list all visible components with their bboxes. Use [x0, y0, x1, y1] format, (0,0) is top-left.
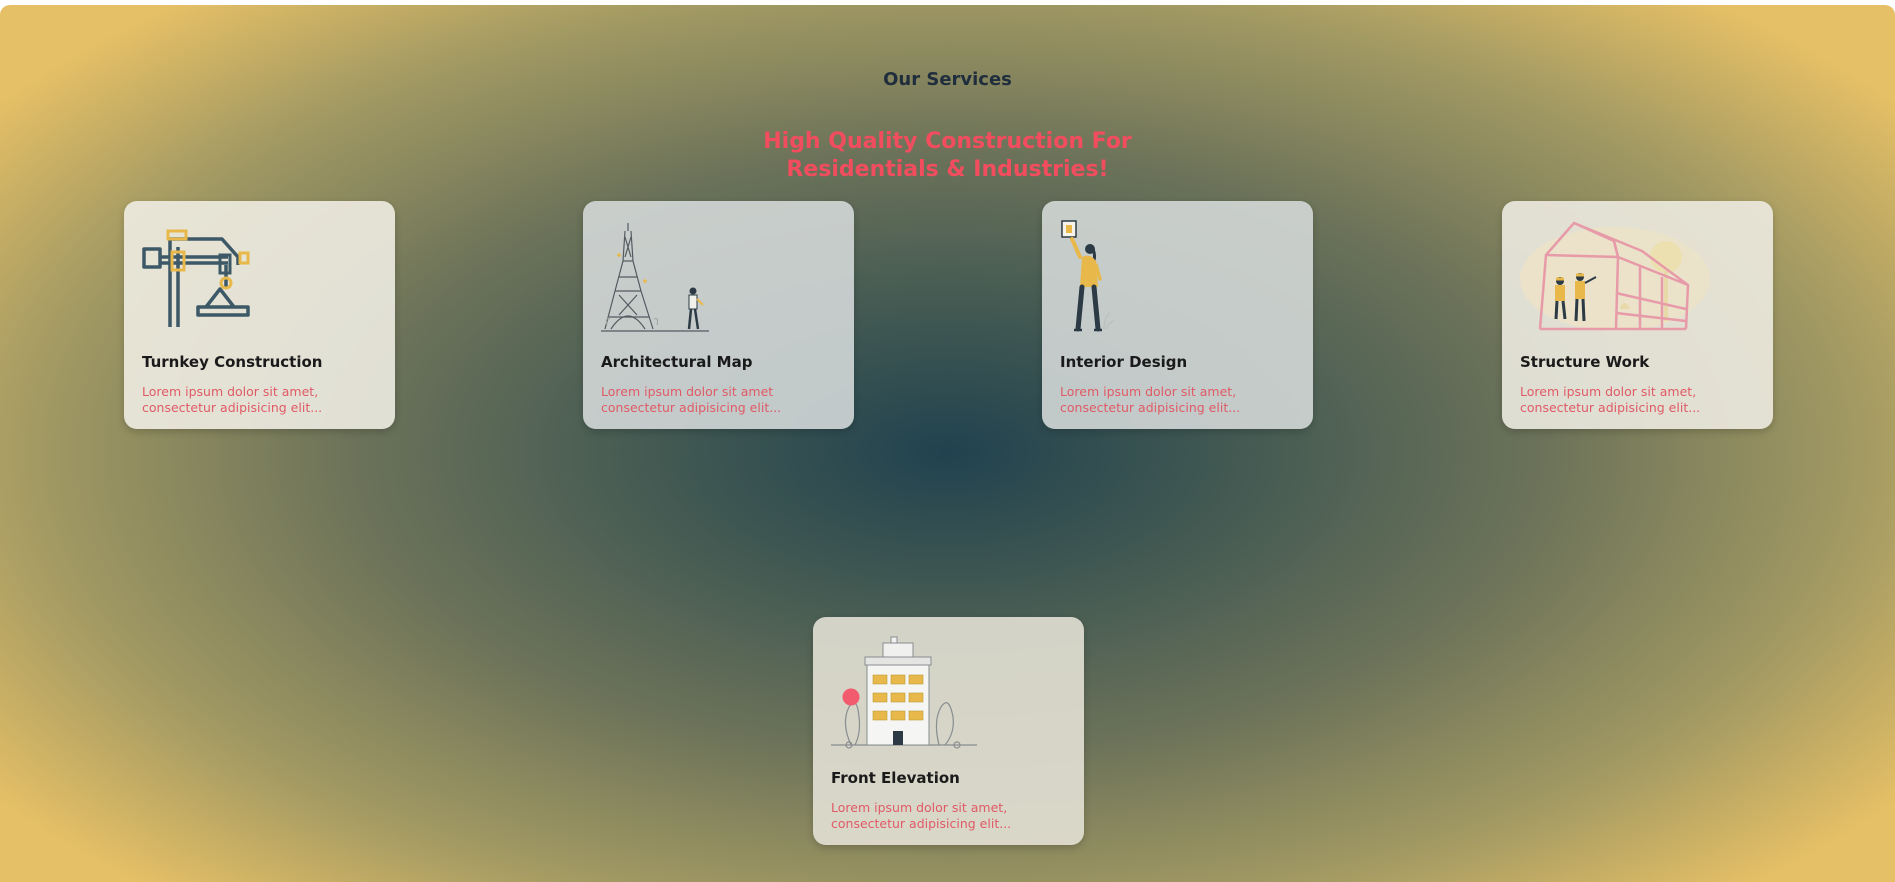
service-title: Turnkey Construction	[142, 353, 323, 371]
section-label: Our Services	[883, 69, 1012, 90]
service-description-line: Lorem ipsum dolor sit amet,	[142, 384, 319, 399]
woman-hanging-picture-icon	[1061, 220, 1115, 332]
service-description: Lorem ipsum dolor sit amet consectetur a…	[601, 384, 826, 416]
service-title: Front Elevation	[831, 769, 960, 787]
service-description: Lorem ipsum dolor sit amet, consectetur …	[831, 800, 1056, 832]
service-description: Lorem ipsum dolor sit amet, consectetur …	[142, 384, 367, 416]
service-description-line: consectetur adipisicing elit...	[1520, 400, 1701, 415]
service-description-line: Lorem ipsum dolor sit amet,	[1520, 384, 1697, 399]
service-card-structure-work[interactable]: Structure Work Lorem ipsum dolor sit ame…	[1502, 201, 1773, 429]
building-icon	[831, 636, 977, 749]
service-description-line: Lorem ipsum dolor sit amet	[601, 384, 774, 399]
service-description-line: consectetur adipisicing elit...	[831, 816, 1012, 831]
service-description-line: Lorem ipsum dolor sit amet,	[831, 800, 1008, 815]
service-description-line: consectetur adipisicing elit...	[1060, 400, 1241, 415]
service-card-front-elevation[interactable]: Front Elevation Lorem ipsum dolor sit am…	[813, 617, 1084, 845]
eiffel-tower-icon	[601, 223, 709, 332]
service-description: Lorem ipsum dolor sit amet, consectetur …	[1060, 384, 1285, 416]
service-description: Lorem ipsum dolor sit amet, consectetur …	[1520, 384, 1745, 416]
service-card-turnkey-construction[interactable]: Turnkey Construction Lorem ipsum dolor s…	[124, 201, 395, 429]
service-title: Structure Work	[1520, 353, 1650, 371]
services-section: Our Services High Quality Construction F…	[0, 5, 1895, 882]
headline-line-1: High Quality Construction For	[763, 129, 1132, 154]
service-card-interior-design[interactable]: Interior Design Lorem ipsum dolor sit am…	[1042, 201, 1313, 429]
service-title: Architectural Map	[601, 353, 753, 371]
house-frame-workers-icon	[1520, 221, 1710, 331]
headline-line-2: Residentials & Industries!	[786, 157, 1109, 182]
service-description-line: consectetur adipisicing elit...	[601, 400, 782, 415]
section-headline: High Quality Construction For Residentia…	[0, 128, 1895, 184]
service-description-line: Lorem ipsum dolor sit amet,	[1060, 384, 1237, 399]
service-card-architectural-map[interactable]: Architectural Map Lorem ipsum dolor sit …	[583, 201, 854, 429]
service-description-line: consectetur adipisicing elit...	[142, 400, 323, 415]
service-title: Interior Design	[1060, 353, 1188, 371]
crane-icon	[142, 229, 250, 327]
